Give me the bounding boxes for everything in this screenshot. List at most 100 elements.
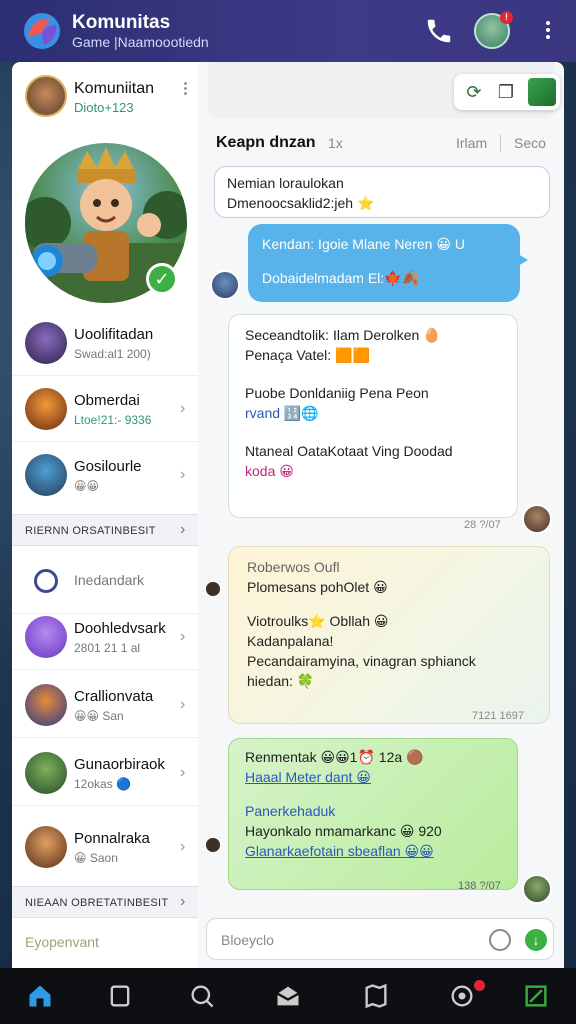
message-bubble-blue[interactable]: Kendan: Igoie Mlane Neren 😀 U Dobaidelma… (248, 224, 520, 302)
home-icon[interactable] (26, 982, 54, 1010)
message-bubble[interactable]: Nemian loraulokan Dmenoocsaklid2:jeh ⭐ (214, 166, 550, 218)
avatar (25, 616, 67, 658)
bubble-tail (518, 254, 528, 266)
refresh-icon[interactable]: ⟳ (462, 80, 486, 104)
section-title: RIERNN ORSATINBESIT (25, 525, 156, 537)
sidebar-item[interactable]: Gunaorbiraok 12okas 🔵 › (12, 740, 198, 806)
chat-panel: ⟳ ❐ Keapn dnzan 1x Irlam Seco Nemian lor… (198, 62, 564, 968)
sidebar-item-name: Gunaorbiraok (74, 756, 165, 773)
sidebar: Komuniitan Dioto+123 ✓ Uoolifitadan Swad… (12, 62, 198, 968)
chevron-right-icon: › (180, 628, 186, 645)
chat-tools: ⟳ ❐ (454, 74, 560, 110)
chat-tabs: Keapn dnzan 1x Irlam Seco (198, 128, 564, 158)
sidebar-item-name: Doohledvsark (74, 620, 166, 637)
message-placeholder: Bloeyclo (221, 932, 274, 948)
app-header: Komunitas Game |Naamoootiedn ! (0, 0, 576, 62)
bottom-nav (0, 968, 576, 1024)
verified-check-icon: ✓ (146, 263, 178, 295)
sidebar-item-name: Uoolifitadan (74, 326, 154, 343)
message-link[interactable]: koda 😀 (245, 461, 501, 481)
tab-right-1[interactable]: Irlam (456, 135, 487, 151)
avatar (25, 322, 67, 364)
message-time: 28 ?/07 (464, 519, 501, 531)
tab-right-2[interactable]: Seco (514, 135, 546, 151)
message-text: Seceandtolik: Ilam Derolken 🥚 (245, 327, 441, 343)
chat-avatar[interactable] (528, 78, 556, 106)
sidebar-item[interactable]: Obmerdai Ltoe!21:- 9336 › (12, 376, 198, 442)
emoji-icon[interactable] (489, 929, 511, 951)
chevron-right-icon: › (180, 893, 186, 910)
sidebar-item-sub: Swad:al1 200) (74, 347, 151, 361)
document-icon[interactable] (106, 982, 134, 1010)
inbox-icon[interactable] (274, 982, 302, 1010)
message-link[interactable]: Glanarkaefotain sbeaflan 😀😀 (245, 841, 501, 861)
sidebar-item[interactable]: Crallionvata 😀😀 San › (12, 672, 198, 738)
message-text: Kadanpalana! (247, 633, 334, 649)
profile-name: Komuniitan (74, 80, 155, 97)
notification-badge (474, 980, 485, 991)
message-link[interactable]: Haaal Meter dant 😀 (245, 767, 501, 787)
chevron-right-icon: › (180, 521, 186, 538)
chat-toolbar: ⟳ ❐ (208, 62, 560, 118)
message-text: Renmentak 😀😀1⏰ 12a 🟤 (245, 749, 424, 765)
app-logo-icon (24, 13, 60, 49)
message-text: Penaça Vatel: 🟧🟧 (245, 347, 370, 363)
search-icon[interactable] (188, 982, 216, 1010)
profile-avatar (25, 75, 67, 117)
copy-icon[interactable]: ❐ (494, 80, 518, 104)
message-bubble[interactable]: Roberwos Oufl Plomesans pohOlet 😀 Viotro… (228, 546, 550, 724)
avatar (25, 826, 67, 868)
sidebar-item-sub: 😀😀 (74, 479, 100, 493)
phone-icon[interactable] (424, 16, 454, 46)
message-text: hiedan: 🍀 (247, 673, 315, 689)
sidebar-item[interactable]: Doohledvsark 2801 21 1 al › (12, 604, 198, 670)
sidebar-item[interactable]: Ponnalraka 😀 Saon › (12, 814, 198, 880)
profile-more-icon[interactable] (182, 80, 188, 100)
status-dot-icon (206, 838, 220, 852)
message-author: Roberwos Oufl (247, 559, 340, 575)
message-text: Viotroulks⭐ Obllah 😀 (247, 613, 389, 629)
message-text: Plomesans pohOlet 😀 (247, 579, 388, 595)
message-link[interactable]: rvand 🔢🌐 (245, 403, 501, 423)
message-text: Nemian loraulokan (227, 175, 344, 191)
chevron-right-icon: › (180, 764, 186, 781)
chevron-right-icon: › (180, 466, 186, 483)
sidebar-item[interactable]: Uoolifitadan Swad:al1 200) (12, 310, 198, 376)
sidebar-item-sub: 2801 21 1 al (74, 641, 141, 655)
more-menu-icon[interactable] (538, 18, 558, 46)
section-header[interactable]: RIERNN ORSATINBESIT › (12, 514, 198, 546)
message-bubble-green[interactable]: Renmentak 😀😀1⏰ 12a 🟤 Haaal Meter dant 😀 … (228, 738, 518, 890)
sidebar-item-sub: 😀 Saon (74, 851, 118, 865)
send-button[interactable]: ↓ (525, 929, 547, 951)
sidebar-footer-link[interactable]: Eyopenvant (25, 934, 99, 950)
avatar (522, 504, 552, 534)
avatar (25, 388, 67, 430)
section-header[interactable]: NIEAAN OBRETATINBESIT › (12, 886, 198, 918)
sidebar-item-name: Obmerdai (74, 392, 140, 409)
tab-divider (500, 134, 501, 152)
sidebar-item-name: Ponnalraka (74, 830, 150, 847)
target-icon[interactable] (448, 982, 476, 1010)
avatar (210, 270, 240, 300)
section-title: NIEAAN OBRETATINBESIT (25, 897, 169, 909)
sidebar-item-name: Crallionvata (74, 688, 154, 705)
sidebar-item-sub: 12okas 🔵 (74, 777, 131, 791)
chevron-right-icon: › (180, 838, 186, 855)
sidebar-item-sub: Ltoe!21:- 9336 (74, 413, 152, 427)
avatar (25, 752, 67, 794)
tab-active[interactable]: Keapn dnzan (216, 134, 316, 152)
profile-card[interactable]: Komuniitan Dioto+123 (12, 62, 198, 134)
sidebar-item-name: Gosilourle (74, 458, 142, 475)
edit-icon[interactable] (522, 982, 550, 1010)
message-input[interactable]: Bloeyclo ↓ (206, 918, 554, 960)
message-bubble[interactable]: Seceandtolik: Ilam Derolken 🥚 Penaça Vat… (228, 314, 518, 518)
message-text: Dmenoocsaklid2:jeh ⭐ (227, 195, 375, 211)
message-text: Puobe Donldaniig Pena Peon (245, 385, 429, 401)
message-text: Panerkehaduk (245, 803, 336, 819)
message-text: Kendan: Igoie Mlane Neren 😀 U (262, 236, 465, 252)
message-text: Hayonkalo nmamarkanc 😀 920 (245, 823, 442, 839)
sidebar-item[interactable]: Gosilourle 😀😀 › (12, 442, 198, 508)
map-icon[interactable] (362, 982, 390, 1010)
avatar (25, 684, 67, 726)
message-time: 138 ?/07 (458, 880, 501, 892)
